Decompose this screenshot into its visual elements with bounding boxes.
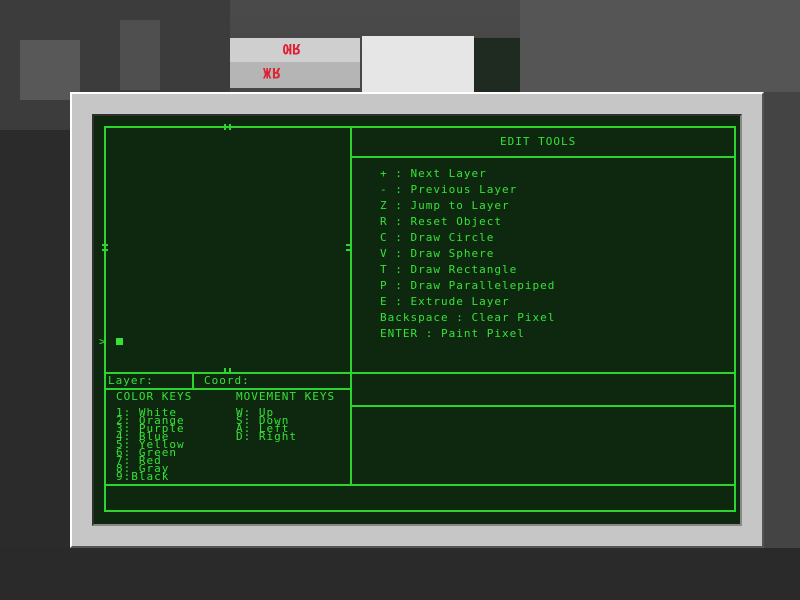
- status-bar-divider: [192, 373, 194, 389]
- status-bar-top-line: [104, 372, 736, 374]
- command-prompt: >: [99, 335, 107, 348]
- right-lower-separator: [351, 405, 736, 407]
- edit-tool-item: - : Previous Layer: [380, 183, 518, 196]
- background-sign-top: ЯЮ: [282, 40, 301, 56]
- edit-tool-item: P : Draw Parallelepiped: [380, 279, 556, 292]
- movement-keys-title: MOVEMENT KEYS: [236, 390, 336, 403]
- color-keys-title: COLOR KEYS: [116, 390, 193, 403]
- text-cursor[interactable]: [116, 338, 123, 345]
- command-input-line[interactable]: [106, 486, 734, 510]
- edit-tool-item: V : Draw Sphere: [380, 247, 495, 260]
- layer-label: Layer:: [108, 374, 154, 387]
- edit-tool-item: E : Extrude Layer: [380, 295, 510, 308]
- edit-tools-title-separator: [351, 156, 736, 158]
- frame-vertical-divider: [350, 126, 352, 484]
- edit-tool-item: C : Draw Circle: [380, 231, 495, 244]
- terminal-screen: > EDIT TOOLS + : Next Layer - : Previous …: [92, 114, 742, 526]
- coord-label: Coord:: [204, 374, 250, 387]
- drawing-canvas[interactable]: [106, 128, 350, 372]
- edit-tool-item: Z : Jump to Layer: [380, 199, 510, 212]
- computer-monitor: > EDIT TOOLS + : Next Layer - : Previous …: [70, 92, 764, 548]
- frame-bottom: [104, 510, 736, 512]
- edit-tool-item: ENTER : Paint Pixel: [380, 327, 525, 340]
- frame-right: [734, 126, 736, 512]
- movement-key-item: D: Right: [236, 430, 297, 443]
- edit-tool-item: R : Reset Object: [380, 215, 502, 228]
- edit-tool-item: Backspace : Clear Pixel: [380, 311, 556, 324]
- edit-tools-title: EDIT TOOLS: [500, 135, 577, 148]
- background-sign-bottom: ЯЖ: [262, 64, 281, 80]
- color-key-item: 9:Black: [116, 470, 170, 483]
- edit-tool-item: T : Draw Rectangle: [380, 263, 518, 276]
- edit-tool-item: + : Next Layer: [380, 167, 487, 180]
